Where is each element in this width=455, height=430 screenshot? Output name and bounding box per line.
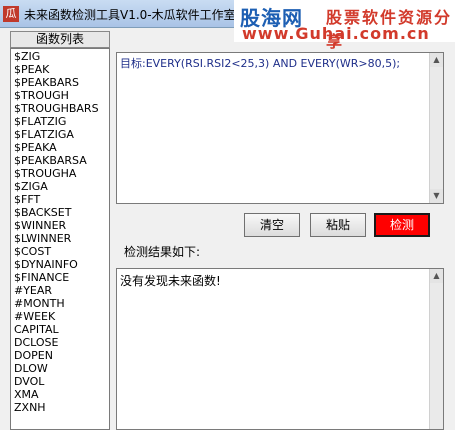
function-list-item[interactable]: DLOW [14,362,109,375]
function-list-item[interactable]: $FFT [14,193,109,206]
paste-button[interactable]: 粘贴 [310,213,366,237]
scroll-up-icon[interactable]: ▲ [430,53,443,67]
function-list-item[interactable]: $WINNER [14,219,109,232]
function-list-item[interactable]: $FINANCE [14,271,109,284]
formula-editor[interactable]: 目标:EVERY(RSI.RSI2<25,3) AND EVERY(WR>80,… [116,52,444,204]
function-list-item[interactable]: $LWINNER [14,232,109,245]
app-icon[interactable]: 瓜 [3,6,19,22]
function-list-item[interactable]: #YEAR [14,284,109,297]
result-box[interactable]: 没有发现未来函数! ▲ [116,268,444,430]
scroll-up-icon[interactable]: ▲ [430,269,443,283]
function-list-item[interactable]: #MONTH [14,297,109,310]
window-title: 未来函数检测工具V1.0-木瓜软件工作室 [24,8,236,22]
function-list-item[interactable]: $PEAK [14,63,109,76]
watermark-banner: 股海网 股票软件资源分享 www.Guhai.com.cn [234,0,455,51]
function-list-item[interactable]: CAPITAL [14,323,109,336]
function-list-item[interactable]: $TROUGH [14,89,109,102]
function-list-item[interactable]: $DYNAINFO [14,258,109,271]
function-list-item[interactable]: DOPEN [14,349,109,362]
function-list-item[interactable]: #WEEK [14,310,109,323]
function-list-item[interactable]: DVOL [14,375,109,388]
formula-text: 目标:EVERY(RSI.RSI2<25,3) AND EVERY(WR>80,… [120,57,401,70]
function-list-item[interactable]: $PEAKA [14,141,109,154]
function-list-item[interactable]: $ZIG [14,50,109,63]
function-list-item[interactable]: DCLOSE [14,336,109,349]
function-list-item[interactable]: $PEAKBARSA [14,154,109,167]
function-list-item[interactable]: $TROUGHBARS [14,102,109,115]
function-list-item[interactable]: $BACKSET [14,206,109,219]
function-list-item[interactable]: XMA [14,388,109,401]
detect-button[interactable]: 检测 [374,213,430,237]
function-list-item[interactable]: $ZIGA [14,180,109,193]
function-list-header: 函数列表 [10,31,110,48]
scroll-down-icon[interactable]: ▼ [430,189,443,203]
function-list-items: $ZIG $PEAK $PEAKBARS $TROUGH $TROUGHBARS $FLA… [11,49,109,414]
function-list[interactable]: $ZIG $PEAK $PEAKBARS $TROUGH $TROUGHBARS $FLA… [10,48,110,430]
function-list-item[interactable]: $TROUGHA [14,167,109,180]
result-text: 没有发现未来函数! [120,274,221,288]
function-list-item[interactable]: $FLATZIGA [14,128,109,141]
result-label: 检测结果如下: [124,245,201,259]
function-list-item[interactable]: $PEAKBARS [14,76,109,89]
clear-button[interactable]: 清空 [244,213,300,237]
function-list-item[interactable]: $FLATZIG [14,115,109,128]
function-list-item[interactable]: $COST [14,245,109,258]
watermark-url: www.Guhai.com.cn [242,24,430,43]
editor-scrollbar[interactable]: ▲ ▼ [429,53,443,203]
result-scrollbar[interactable]: ▲ [429,269,443,429]
function-list-item[interactable]: ZXNH [14,401,109,414]
